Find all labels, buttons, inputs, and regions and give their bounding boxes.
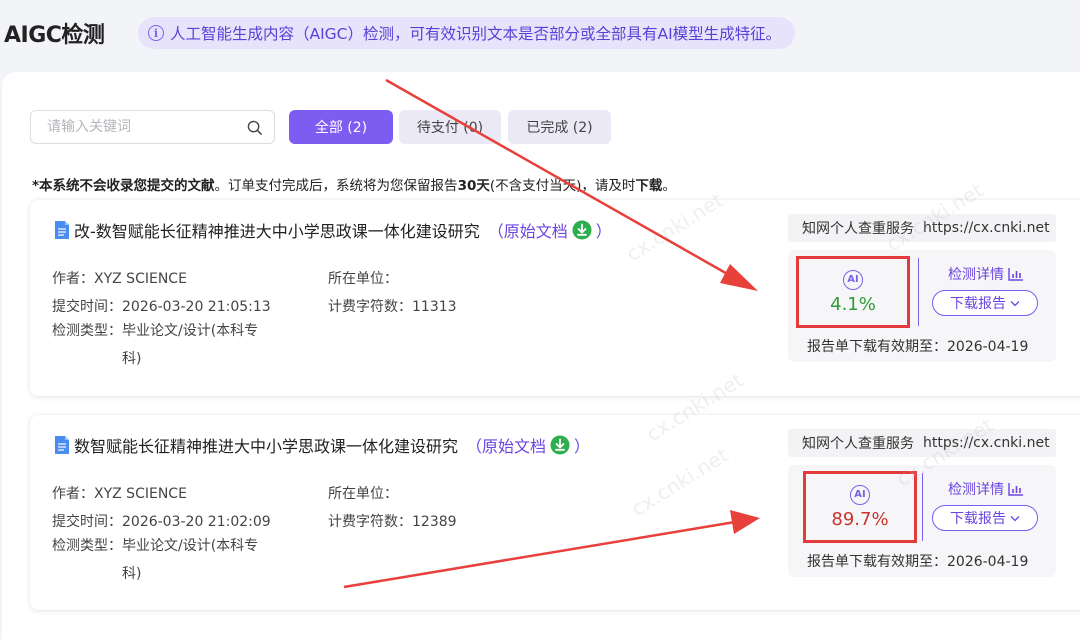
document-icon bbox=[55, 221, 69, 239]
detail-label: 检测详情 bbox=[948, 482, 1004, 498]
chevron-down-icon bbox=[1010, 300, 1020, 306]
notice-bold-1: *本系统不会收录您提交的文献 bbox=[32, 178, 215, 194]
check-type-value: 毕业论文/设计(本科专科) bbox=[122, 538, 259, 582]
info-text: 人工智能生成内容（AIGC）检测，可有效识别文本是否部分或全部具有AI模型生成特… bbox=[170, 25, 782, 43]
notice-text: *本系统不会收录您提交的文献。订单支付完成后，系统将为您保留报告30天(不含支付… bbox=[32, 174, 676, 194]
unit-field: 所在单位： bbox=[328, 268, 398, 288]
page-title: AIGC检测 bbox=[4, 23, 105, 48]
search-icon[interactable] bbox=[247, 120, 262, 135]
author-field: 作者：XYZ SCIENCE bbox=[52, 483, 187, 503]
notice-part-2: 。订单支付完成后，系统将为您保留报告 bbox=[214, 178, 458, 194]
search-box bbox=[30, 110, 275, 144]
char-count-label: 计费字符数： bbox=[328, 514, 412, 530]
notice-bold-download: 下载 bbox=[635, 178, 663, 194]
ai-score-highlight: AI 4.1% bbox=[796, 256, 910, 328]
detail-label: 检测详情 bbox=[948, 267, 1004, 283]
submit-time-label: 提交时间： bbox=[52, 299, 122, 315]
chart-icon bbox=[1008, 268, 1023, 281]
check-type-field: 检测类型：毕业论文/设计(本科专科) bbox=[52, 317, 272, 373]
char-count-field: 计费字符数：11313 bbox=[328, 296, 457, 316]
record-title-row: 改-数智赋能长征精神推进大中小学思政课一体化建设研究 （原始文档 ） bbox=[54, 218, 612, 242]
submit-time-value: 2026-03-20 21:05:13 bbox=[122, 299, 271, 315]
download-report-button[interactable]: 下载报告 bbox=[932, 290, 1038, 316]
author-value: XYZ SCIENCE bbox=[94, 271, 187, 287]
service-name: 知网个人查重服务 bbox=[802, 221, 914, 237]
paren-close: ） bbox=[595, 222, 612, 241]
service-name: 知网个人查重服务 bbox=[802, 436, 914, 452]
download-icon[interactable] bbox=[550, 435, 570, 455]
check-type-value: 毕业论文/设计(本科专科) bbox=[122, 323, 259, 367]
service-bar: 知网个人查重服务 https://cx.cnki.net bbox=[788, 429, 1056, 457]
tab-all[interactable]: 全部 (2) bbox=[289, 110, 393, 144]
paren-close: ） bbox=[574, 437, 591, 456]
detection-detail-link[interactable]: 检测详情 bbox=[948, 479, 1024, 499]
ai-score: 89.7% bbox=[831, 508, 889, 530]
info-icon: i bbox=[148, 25, 164, 41]
info-banner: i 人工智能生成内容（AIGC）检测，可有效识别文本是否部分或全部具有AI模型生… bbox=[138, 17, 796, 49]
search-input[interactable] bbox=[31, 111, 241, 143]
check-type-field: 检测类型：毕业论文/设计(本科专科) bbox=[52, 532, 272, 588]
char-count-value: 11313 bbox=[412, 299, 457, 315]
unit-label: 所在单位： bbox=[328, 271, 398, 287]
submit-time-field: 提交时间：2026-03-20 21:05:13 bbox=[52, 296, 271, 316]
expiry-date: 2026-04-19 bbox=[947, 554, 1029, 570]
tab-pending-payment[interactable]: 待支付 (0) bbox=[399, 110, 501, 144]
author-label: 作者： bbox=[52, 486, 94, 502]
download-report-button[interactable]: 下载报告 bbox=[932, 505, 1038, 531]
result-panel: AI 89.7% 检测详情 下载报告 报告单下载有效期至：2026-04-19 bbox=[788, 465, 1056, 577]
notice-part-6: 。 bbox=[662, 178, 676, 194]
chart-icon bbox=[1008, 483, 1023, 496]
divider bbox=[922, 473, 923, 541]
check-type-label: 检测类型： bbox=[52, 538, 122, 554]
record-title-row: 数智赋能长征精神推进大中小学思政课一体化建设研究 （原始文档 ） bbox=[54, 433, 590, 457]
record-title[interactable]: 改-数智赋能长征精神推进大中小学思政课一体化建设研究 bbox=[74, 218, 480, 242]
service-url[interactable]: https://cx.cnki.net bbox=[923, 435, 1050, 451]
record-card: 改-数智赋能长征精神推进大中小学思政课一体化建设研究 （原始文档 ） 作者：XY… bbox=[30, 200, 1080, 396]
chevron-down-icon bbox=[1010, 515, 1020, 521]
download-label: 下载报告 bbox=[950, 511, 1006, 527]
unit-field: 所在单位： bbox=[328, 483, 398, 503]
record-title[interactable]: 数智赋能长征精神推进大中小学思政课一体化建设研究 bbox=[74, 433, 458, 457]
notice-bold-days: 30天 bbox=[457, 178, 490, 194]
char-count-field: 计费字符数：12389 bbox=[328, 511, 457, 531]
page-header: AIGC检测 i 人工智能生成内容（AIGC）检测，可有效识别文本是否部分或全部… bbox=[0, 0, 1080, 70]
author-field: 作者：XYZ SCIENCE bbox=[52, 268, 187, 288]
document-icon bbox=[55, 436, 69, 454]
submit-time-label: 提交时间： bbox=[52, 514, 122, 530]
record-card: 数智赋能长征精神推进大中小学思政课一体化建设研究 （原始文档 ） 作者：XYZ … bbox=[30, 415, 1080, 610]
author-label: 作者： bbox=[52, 271, 94, 287]
notice-part-4: (不含支付当天)，请及时 bbox=[489, 178, 636, 194]
original-document-link[interactable]: （原始文档 bbox=[488, 218, 568, 242]
result-panel: AI 4.1% 检测详情 下载报告 报告单下载有效期至：2026-04-19 bbox=[788, 250, 1056, 362]
original-document-link[interactable]: （原始文档 bbox=[466, 433, 546, 457]
report-expiry: 报告单下载有效期至：2026-04-19 bbox=[807, 336, 1028, 356]
check-type-label: 检测类型： bbox=[52, 323, 122, 339]
submit-time-value: 2026-03-20 21:02:09 bbox=[122, 514, 271, 530]
expiry-date: 2026-04-19 bbox=[947, 339, 1029, 355]
ai-score-highlight: AI 89.7% bbox=[803, 471, 917, 543]
char-count-label: 计费字符数： bbox=[328, 299, 412, 315]
report-expiry: 报告单下载有效期至：2026-04-19 bbox=[807, 551, 1028, 571]
download-icon[interactable] bbox=[572, 220, 592, 240]
tab-completed[interactable]: 已完成 (2) bbox=[508, 110, 611, 144]
unit-label: 所在单位： bbox=[328, 486, 398, 502]
divider bbox=[918, 258, 919, 326]
expiry-label: 报告单下载有效期至： bbox=[807, 339, 947, 355]
service-url[interactable]: https://cx.cnki.net bbox=[923, 220, 1050, 236]
ai-icon: AI bbox=[843, 269, 863, 290]
char-count-value: 12389 bbox=[412, 514, 457, 530]
submit-time-field: 提交时间：2026-03-20 21:02:09 bbox=[52, 511, 271, 531]
download-label: 下载报告 bbox=[950, 296, 1006, 312]
expiry-label: 报告单下载有效期至： bbox=[807, 554, 947, 570]
ai-icon: AI bbox=[850, 484, 870, 505]
author-value: XYZ SCIENCE bbox=[94, 486, 187, 502]
ai-score: 4.1% bbox=[830, 293, 876, 315]
detection-detail-link[interactable]: 检测详情 bbox=[948, 264, 1024, 284]
service-bar: 知网个人查重服务 https://cx.cnki.net bbox=[788, 214, 1056, 242]
